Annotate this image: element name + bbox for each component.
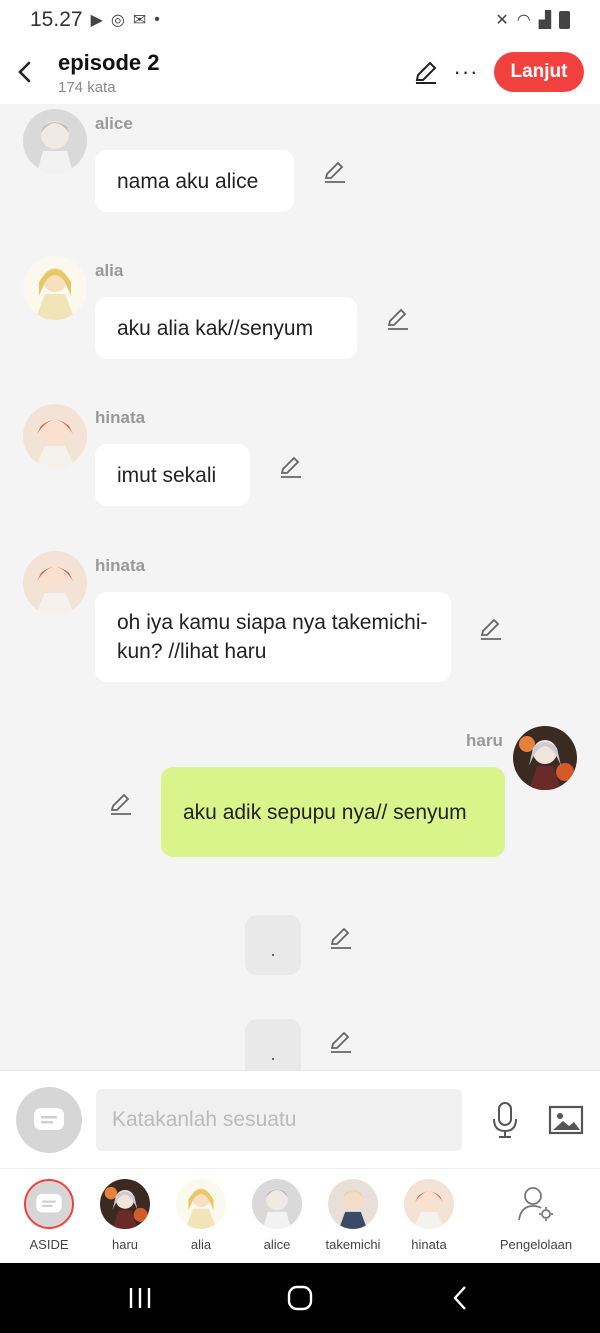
notification-icon: ✉ — [132, 12, 147, 29]
youtube-icon: ▶ — [90, 12, 103, 29]
recent-apps-icon — [129, 1288, 151, 1308]
word-count: 174 kata — [58, 78, 116, 96]
haru-tab-avatar — [100, 1179, 150, 1229]
microphone-icon — [493, 1101, 517, 1138]
edit-message-button[interactable] — [108, 791, 134, 817]
episode-header: episode 2 174 kata ··· Lanjut — [0, 40, 600, 104]
tab-takemichi[interactable]: takemichi — [315, 1179, 391, 1252]
system-back-button[interactable] — [430, 1273, 490, 1323]
sender-name: alia — [95, 261, 124, 280]
tab-label: hinata — [411, 1237, 447, 1252]
pencil-icon — [330, 1031, 351, 1053]
tab-label: haru — [111, 1237, 139, 1252]
tab-hinata[interactable]: hinata — [391, 1179, 467, 1252]
edit-message-button[interactable] — [385, 306, 411, 332]
haru-avatar-image — [513, 726, 577, 790]
aside-icon — [34, 1107, 64, 1130]
edit-message-button[interactable] — [328, 1029, 354, 1055]
chrome-icon: ◎ — [110, 12, 125, 29]
tab-alice[interactable]: alice — [239, 1179, 315, 1252]
pencil-icon — [110, 793, 131, 815]
sender-name: alice — [95, 114, 133, 133]
management-icon — [511, 1179, 561, 1229]
system-nav-bar — [0, 1263, 600, 1333]
dot-icon: • — [154, 11, 160, 28]
character-tabs: ASIDE haru alia alice takemichi hinata P… — [0, 1168, 600, 1263]
sender-name: haru — [466, 731, 503, 750]
message-bubble[interactable]: aku alia kak//senyum — [95, 297, 357, 359]
battery-icon — [559, 11, 570, 29]
next-button[interactable]: Lanjut — [494, 52, 584, 92]
edit-episode-button[interactable] — [406, 52, 446, 92]
edit-message-button[interactable] — [322, 159, 348, 185]
back-button[interactable] — [2, 40, 48, 104]
avatar-alice[interactable] — [23, 109, 87, 173]
signal-icon: ▟ — [538, 12, 551, 29]
sender-name: hinata — [95, 556, 146, 575]
hinata-avatar-image — [23, 551, 87, 615]
edit-message-button[interactable] — [328, 925, 354, 951]
message-bubble[interactable]: oh iya kamu siapa nya takemichi-kun? //l… — [95, 592, 451, 682]
voice-button[interactable] — [488, 1100, 522, 1140]
image-button[interactable] — [548, 1104, 584, 1136]
home-icon — [287, 1285, 313, 1311]
home-button[interactable] — [270, 1273, 330, 1323]
image-icon — [548, 1105, 584, 1134]
edit-message-button[interactable] — [478, 616, 504, 642]
avatar-haru[interactable] — [513, 726, 577, 790]
pencil-icon — [330, 927, 351, 949]
alia-tab-avatar — [176, 1179, 226, 1229]
chevron-left-icon — [18, 61, 31, 83]
status-right: ✕ ◠ ▟ — [495, 10, 570, 30]
more-options-button[interactable]: ··· — [446, 52, 486, 92]
recent-apps-button[interactable] — [110, 1273, 170, 1323]
message-bubble[interactable]: . — [245, 1019, 301, 1070]
avatar-hinata[interactable] — [23, 404, 87, 468]
avatar-hinata[interactable] — [23, 551, 87, 615]
edit-message-button[interactable] — [278, 454, 304, 480]
status-time: 15.27 — [30, 8, 83, 31]
alice-avatar-image — [23, 109, 87, 173]
message-bubble[interactable]: nama aku alice — [95, 150, 294, 212]
tab-haru[interactable]: haru — [87, 1179, 163, 1252]
alia-avatar-image — [23, 256, 87, 320]
tab-label: alice — [263, 1237, 291, 1252]
hinata-avatar-image — [23, 404, 87, 468]
sender-name: hinata — [95, 408, 146, 427]
hinata-tab-avatar — [404, 1179, 454, 1229]
avatar-alia[interactable] — [23, 256, 87, 320]
aside-button[interactable] — [16, 1086, 82, 1153]
pencil-icon — [324, 161, 345, 183]
takemichi-tab-avatar — [328, 1179, 378, 1229]
more-icon: ··· — [453, 59, 479, 84]
chevron-left-icon — [453, 1286, 466, 1310]
tab-label: Pengelolaan — [499, 1237, 573, 1252]
tab-management[interactable]: Pengelolaan — [498, 1179, 574, 1252]
message-bubble[interactable]: imut sekali — [95, 444, 250, 506]
tab-aside[interactable]: ASIDE — [11, 1179, 87, 1252]
pencil-icon — [280, 456, 301, 478]
status-bar: 15.27 ▶ ◎ ✉ • ✕ ◠ ▟ — [0, 0, 600, 40]
message-input-bar — [0, 1070, 600, 1168]
aside-tab-icon — [24, 1179, 74, 1229]
chat-area[interactable]: alice nama aku alice alia aku alia kak//… — [0, 104, 600, 1070]
message-bubble[interactable]: . — [245, 915, 301, 975]
tab-label: takemichi — [325, 1237, 381, 1252]
episode-title: episode 2 — [58, 49, 160, 75]
message-input[interactable] — [96, 1088, 462, 1151]
tab-label: ASIDE — [29, 1237, 69, 1252]
alice-tab-avatar — [252, 1179, 302, 1229]
tab-label: alia — [190, 1237, 212, 1252]
message-bubble[interactable]: aku adik sepupu nya// senyum — [161, 767, 505, 857]
title-block: episode 2 174 kata — [48, 49, 406, 96]
wifi-icon: ◠ — [516, 12, 531, 29]
mute-icon: ✕ — [495, 12, 509, 29]
pencil-icon — [387, 308, 408, 330]
status-left: 15.27 ▶ ◎ ✉ • — [30, 8, 160, 32]
tab-alia[interactable]: alia — [163, 1179, 239, 1252]
pencil-icon — [480, 618, 501, 640]
pencil-icon — [415, 61, 437, 84]
